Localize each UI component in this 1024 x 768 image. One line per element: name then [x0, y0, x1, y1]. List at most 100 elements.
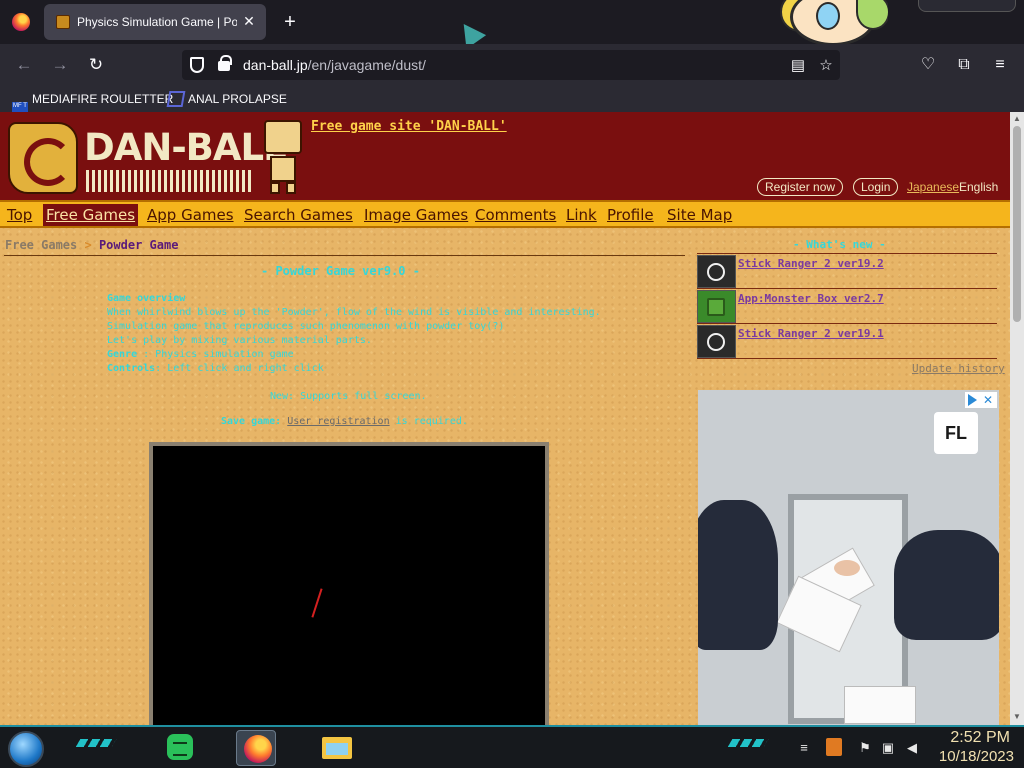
- menu-item-site-map[interactable]: Site Map: [664, 204, 735, 226]
- news-item[interactable]: Stick Ranger 2 ver19.2: [697, 255, 997, 289]
- game-frame: [149, 442, 549, 725]
- divider: [697, 358, 997, 359]
- user-registration-link[interactable]: User registration: [287, 416, 389, 427]
- clock-time[interactable]: 2:52 PM: [940, 729, 1010, 747]
- breadcrumb-free-games-link[interactable]: Free Games: [5, 238, 77, 252]
- scroll-down-icon[interactable]: ▼: [1012, 712, 1022, 722]
- powder-particle-stroke: [311, 588, 323, 618]
- divider: [697, 288, 997, 289]
- reader-view-icon[interactable]: ▤: [787, 55, 809, 77]
- stick-ranger-icon: [697, 255, 736, 288]
- logo-barcode-decoration: [86, 170, 254, 192]
- language-japanese-link[interactable]: Japanese: [907, 180, 959, 194]
- page-scrollbar[interactable]: ▲ ▼: [1010, 112, 1024, 725]
- dan-ball-logo-icon[interactable]: [8, 122, 78, 194]
- whats-new-title: - What's new -: [793, 238, 886, 251]
- extensions-icon[interactable]: ⧉: [953, 54, 975, 76]
- menu-item-free-games[interactable]: Free Games: [43, 204, 139, 226]
- clock-date[interactable]: 10/18/2023: [926, 748, 1014, 765]
- logo-text[interactable]: DAN-BALL: [84, 126, 287, 169]
- powder-game-canvas[interactable]: [153, 446, 545, 725]
- breadcrumb-separator: >: [84, 238, 92, 252]
- menu-item-top[interactable]: Top: [4, 204, 35, 226]
- lock-icon[interactable]: [218, 55, 232, 71]
- breadcrumb-current: Powder Game: [98, 238, 179, 252]
- ad-choices[interactable]: ✕: [965, 392, 997, 408]
- game-title: - Powder Game ver9.0 -: [261, 264, 420, 278]
- monster-box-icon: [697, 290, 736, 323]
- menu-item-link[interactable]: Link: [563, 204, 600, 226]
- web-page: DAN-BALL Free game site 'DAN-BALL' Regis…: [0, 112, 1010, 725]
- scroll-up-icon[interactable]: ▲: [1012, 114, 1022, 124]
- dan-ball-favicon-icon: [56, 15, 70, 29]
- volume-icon[interactable]: ◀: [904, 740, 920, 756]
- login-button[interactable]: Login: [853, 178, 899, 196]
- back-button[interactable]: ←: [12, 53, 36, 77]
- ad-person-left-shape: [698, 500, 778, 650]
- game-overview: Game overview When whirlwind blows up th…: [107, 292, 667, 376]
- menu-item-search-games[interactable]: Search Games: [241, 204, 356, 226]
- tab-powder-game[interactable]: Physics Simulation Game | Powder Game ✕: [44, 4, 266, 40]
- ad-choices-icon[interactable]: [968, 394, 977, 406]
- site-tagline-link[interactable]: Free game site 'DAN-BALL': [311, 119, 507, 134]
- menu-item-profile[interactable]: Profile: [604, 204, 657, 226]
- news-link[interactable]: App:Monster Box ver2.7: [738, 292, 884, 305]
- site-menu: Top Free Games App Games Search Games Im…: [0, 200, 1010, 228]
- file-explorer-button[interactable]: [316, 730, 356, 766]
- pocket-icon[interactable]: ♡: [917, 54, 939, 76]
- bookmark-mediafire-rouletter[interactable]: MF T MEDIAFIRE ROULETTER: [12, 90, 173, 118]
- bookmark-star-icon[interactable]: ☆: [815, 55, 837, 77]
- network-icon[interactable]: ▣: [880, 740, 896, 756]
- ad-brand-logo[interactable]: FL: [934, 412, 978, 454]
- ad-person-right-shape: [894, 530, 999, 640]
- advertisement[interactable]: ✕ FL: [698, 390, 999, 725]
- save-game-label: Save game:: [221, 416, 282, 427]
- keyboard-icon[interactable]: ≡: [796, 740, 812, 756]
- overview-line: Simulation game that reproduces such phe…: [107, 321, 505, 332]
- save-game-suffix: is required.: [395, 416, 468, 427]
- new-tab-button[interactable]: +: [280, 10, 300, 34]
- anime-character-decoration: [780, 0, 888, 48]
- firefox-view-icon[interactable]: [12, 13, 30, 31]
- notes-app-button[interactable]: [158, 730, 198, 766]
- save-game-note: Save game: User registration is required…: [221, 416, 468, 427]
- address-bar[interactable]: dan-ball.jp/en/javagame/dust/ ▤ ☆: [182, 50, 840, 80]
- news-item[interactable]: Stick Ranger 2 ver19.1: [697, 325, 997, 359]
- notes-app-icon: [167, 734, 193, 760]
- taskbar: ≡ ⚑ ▣ ◀ 2:52 PM 10/18/2023: [0, 725, 1024, 768]
- language-english-label: English: [959, 180, 999, 194]
- news-link[interactable]: Stick Ranger 2 ver19.1: [738, 327, 884, 340]
- url-text[interactable]: dan-ball.jp/en/javagame/dust/: [243, 57, 426, 73]
- forward-button[interactable]: →: [48, 53, 72, 77]
- tray-app-icon[interactable]: [826, 738, 842, 756]
- update-history-link[interactable]: Update history: [912, 362, 1005, 375]
- taskbar-decoration: [75, 739, 117, 747]
- robot-body: [270, 156, 296, 182]
- news-item[interactable]: App:Monster Box ver2.7: [697, 290, 997, 324]
- bookmark-anal-prolapse[interactable]: ANAL PROLAPSE: [166, 90, 287, 108]
- menu-item-image-games[interactable]: Image Games: [361, 204, 471, 226]
- file-explorer-icon: [322, 737, 352, 759]
- register-now-button[interactable]: Register now: [757, 178, 844, 196]
- close-tab-icon[interactable]: ✕: [240, 12, 258, 30]
- firefox-icon: [244, 735, 272, 763]
- scroll-thumb[interactable]: [1013, 126, 1021, 322]
- controls-row: Controls: Left click and right click: [107, 362, 667, 376]
- url-path: /en/javagame/dust/: [307, 57, 426, 73]
- flag-icon[interactable]: ⚑: [857, 740, 873, 756]
- app-menu-icon[interactable]: ≡: [989, 54, 1011, 76]
- menu-item-comments[interactable]: Comments: [472, 204, 559, 226]
- start-button[interactable]: [8, 731, 44, 767]
- divider: [697, 253, 997, 254]
- tracking-protection-shield-icon[interactable]: [190, 57, 204, 73]
- genre-label: Genre: [107, 349, 138, 360]
- window-controls[interactable]: [918, 0, 1016, 12]
- controls-label: Controls: [107, 363, 156, 374]
- reload-button[interactable]: ↻: [84, 53, 108, 77]
- menu-item-app-games[interactable]: App Games: [144, 204, 237, 226]
- firefox-taskbar-button[interactable]: [236, 730, 276, 766]
- site-header: DAN-BALL Free game site 'DAN-BALL' Regis…: [0, 112, 1010, 200]
- ad-close-icon[interactable]: ✕: [983, 392, 993, 408]
- robot-leg: [286, 182, 296, 194]
- news-link[interactable]: Stick Ranger 2 ver19.2: [738, 257, 884, 270]
